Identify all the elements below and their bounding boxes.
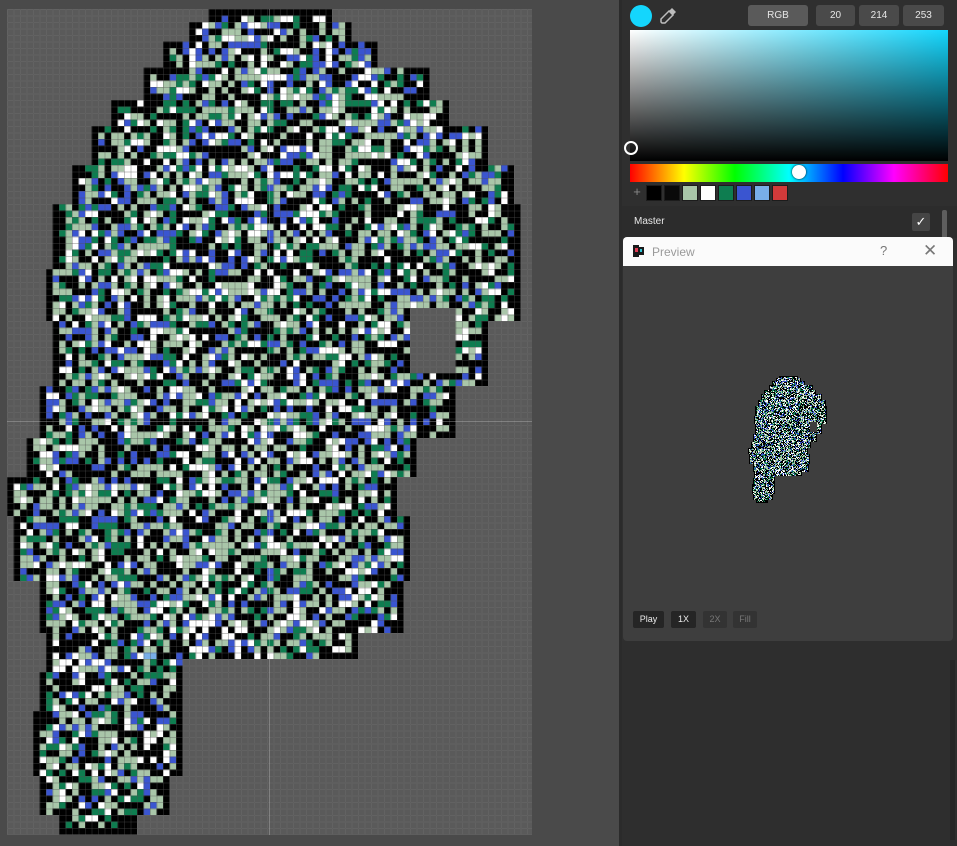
layer-row-master[interactable]: Master ✓ [622, 206, 957, 240]
zoom-2x-button[interactable]: 2X [703, 611, 727, 628]
panel-scrollbar[interactable] [950, 660, 955, 840]
help-icon[interactable]: ? [880, 243, 887, 258]
canvas-area[interactable] [0, 0, 619, 846]
color-toolbar: RGB 20 214 253 [622, 0, 957, 30]
empty-panel-area [622, 641, 957, 846]
preview-title: Preview [652, 245, 695, 259]
center-guide-vertical [269, 9, 270, 835]
eyedropper-icon[interactable] [658, 6, 678, 26]
preview-window: Preview ? ✕ Play 1X 2X Fill [623, 237, 953, 641]
right-panel: RGB 20 214 253 + Master ✓ Preview ? ✕ Pl… [622, 0, 957, 846]
current-color-swatch[interactable] [630, 5, 652, 27]
hue-slider[interactable] [630, 164, 948, 182]
preview-sprite [748, 376, 827, 503]
preview-stage [623, 266, 953, 611]
play-button[interactable]: Play [633, 611, 664, 628]
layer-name: Master [634, 216, 665, 227]
palette-swatch[interactable] [700, 185, 716, 201]
color-palette: + [630, 185, 788, 201]
pixel-canvas[interactable] [7, 9, 532, 835]
color-mode-button[interactable]: RGB [748, 5, 808, 26]
hue-slider-handle[interactable] [791, 165, 806, 179]
pixel-editor: RGB 20 214 253 + Master ✓ Preview ? ✕ Pl… [0, 0, 957, 846]
palette-swatch[interactable] [772, 185, 788, 201]
sv-picker-handle[interactable] [624, 141, 638, 155]
palette-swatch[interactable] [736, 185, 752, 201]
palette-swatch[interactable] [664, 185, 680, 201]
center-guide-horizontal [7, 421, 532, 422]
palette-swatch[interactable] [718, 185, 734, 201]
layer-visibility-checkbox[interactable]: ✓ [912, 213, 930, 231]
green-value-field[interactable]: 214 [859, 5, 899, 26]
zoom-1x-button[interactable]: 1X [671, 611, 696, 628]
palette-swatch[interactable] [646, 185, 662, 201]
palette-swatch[interactable] [682, 185, 698, 201]
layers-scrollbar[interactable] [942, 210, 947, 240]
saturation-value-picker[interactable] [624, 30, 948, 161]
fill-button[interactable]: Fill [733, 611, 757, 628]
preview-titlebar[interactable]: Preview ? ✕ [623, 237, 953, 266]
add-color-button[interactable]: + [630, 185, 644, 199]
close-icon[interactable]: ✕ [923, 241, 937, 261]
blue-value-field[interactable]: 253 [903, 5, 944, 26]
palette-swatch[interactable] [754, 185, 770, 201]
app-logo-icon [633, 245, 644, 257]
red-value-field[interactable]: 20 [816, 5, 855, 26]
